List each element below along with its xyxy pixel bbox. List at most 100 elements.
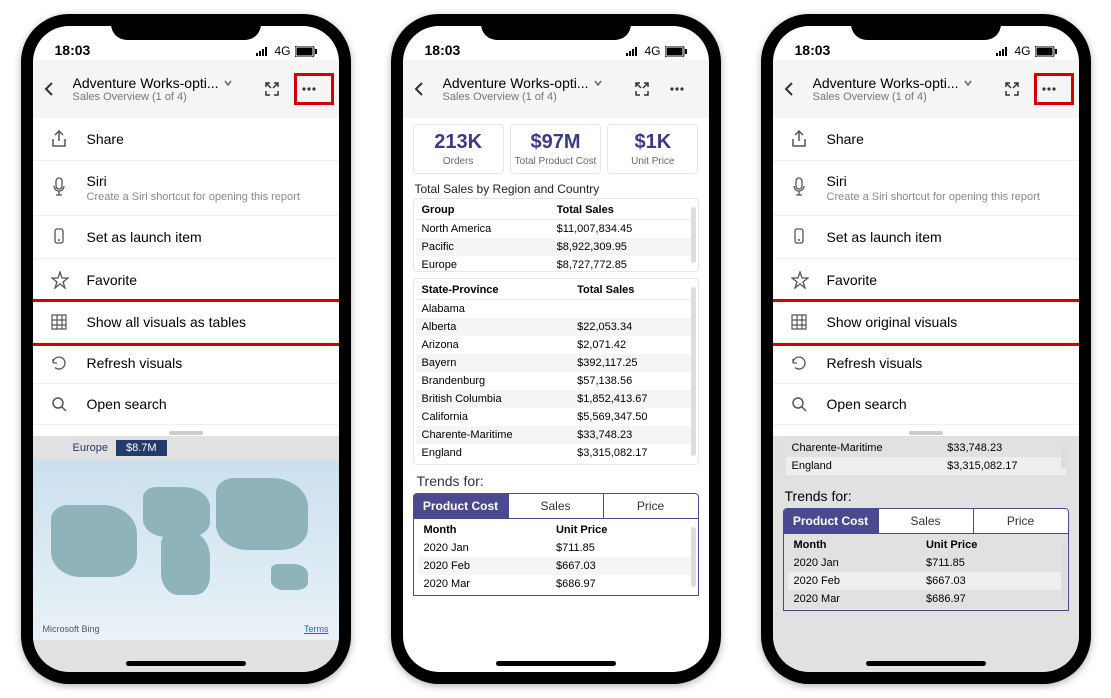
phone-frame-1: 18:03 4G Adventure Works-opti... [21, 14, 351, 684]
menu-refresh-label: Refresh visuals [87, 355, 183, 371]
table-row: England$3,315,082.17 [786, 457, 1066, 475]
menu-siri-sub: Create a Siri shortcut for opening this … [87, 191, 300, 203]
menu-search-label: Open search [87, 396, 167, 412]
menu-favorite[interactable]: Favorite [33, 259, 339, 302]
menu-show-original[interactable]: Show original visuals [773, 302, 1079, 343]
menu-siri-label: Siri [827, 173, 1040, 189]
phone-frame-2: 18:03 4G Adventure Works-opti... Sales O… [391, 14, 721, 684]
tab-price[interactable]: Price [973, 509, 1068, 533]
expand-button[interactable] [263, 80, 293, 98]
table-row: Charente-Maritime$33,748.23 [416, 426, 696, 444]
trends-title: Trends for: [785, 488, 1067, 504]
table-row: England$3,315,082.17 [416, 444, 696, 462]
report-title[interactable]: Adventure Works-opti... [813, 75, 959, 91]
menu-refresh[interactable]: Refresh visuals [773, 343, 1079, 384]
menu-search[interactable]: Open search [773, 384, 1079, 425]
battery-icon [1035, 46, 1057, 57]
table-row: Europe$8,727,772.85 [416, 256, 696, 272]
trends-table[interactable]: MonthUnit Price 2020 Jan$711.85 2020 Feb… [413, 519, 699, 596]
menu-show-tables-label: Show all visuals as tables [87, 314, 247, 330]
states-table[interactable]: State-ProvinceTotal Sales Alabama Albert… [413, 278, 699, 465]
menu-show-original-label: Show original visuals [827, 314, 958, 330]
kpi-value: $1K [610, 131, 695, 154]
report-header: Adventure Works-opti... Sales Overview (… [773, 60, 1079, 118]
chevron-down-icon[interactable] [963, 78, 973, 88]
tab-price[interactable]: Price [603, 494, 698, 518]
table-row: 2020 Jan$711.85 [788, 554, 1064, 572]
map-terms-link[interactable]: Terms [304, 624, 329, 634]
launch-icon [51, 228, 71, 246]
table-row: 2020 Feb$667.03 [788, 572, 1064, 590]
status-time: 18:03 [795, 42, 831, 58]
expand-button[interactable] [633, 80, 663, 98]
col-group: Group [416, 201, 551, 220]
more-options-button[interactable] [1037, 76, 1071, 102]
menu-share[interactable]: Share [33, 118, 339, 161]
menu-launch-label: Set as launch item [87, 229, 202, 245]
menu-favorite-label: Favorite [827, 272, 878, 288]
trends-table[interactable]: MonthUnit Price 2020 Jan$711.85 2020 Feb… [783, 534, 1069, 611]
share-icon [51, 130, 71, 148]
refresh-icon [791, 355, 811, 371]
report-title[interactable]: Adventure Works-opti... [443, 75, 589, 91]
tab-sales[interactable]: Sales [508, 494, 603, 518]
report-subtitle: Sales Overview (1 of 4) [813, 91, 999, 103]
phone-frame-3: 18:03 4G Adventure Works-opti... Sales O… [761, 14, 1091, 684]
menu-refresh[interactable]: Refresh visuals [33, 343, 339, 384]
more-options-button[interactable] [297, 76, 331, 102]
tab-product-cost[interactable]: Product Cost [784, 509, 878, 533]
home-indicator[interactable] [866, 661, 986, 666]
report-header: Adventure Works-opti... Sales Overview (… [33, 60, 339, 118]
home-indicator[interactable] [126, 661, 246, 666]
tab-product-cost[interactable]: Product Cost [414, 494, 508, 518]
menu-launch[interactable]: Set as launch item [33, 216, 339, 259]
kpi-price[interactable]: $1K Unit Price [607, 124, 698, 174]
dimmed-background-tables: Charente-Maritime$33,748.23 England$3,31… [773, 436, 1079, 672]
back-button[interactable] [411, 81, 439, 97]
menu-siri[interactable]: Siri Create a Siri shortcut for opening … [773, 161, 1079, 216]
kpi-label: Unit Price [610, 156, 695, 167]
report-title[interactable]: Adventure Works-opti... [73, 75, 219, 91]
back-button[interactable] [41, 81, 69, 97]
network-label: 4G [1014, 44, 1030, 58]
table-row: Alberta$22,053.34 [416, 318, 696, 336]
col-month: Month [788, 536, 920, 554]
kpi-label: Orders [416, 156, 501, 167]
menu-show-tables[interactable]: Show all visuals as tables [33, 302, 339, 343]
menu-favorite[interactable]: Favorite [773, 259, 1079, 302]
table-row: 2020 Mar$686.97 [418, 575, 694, 593]
menu-siri-sub: Create a Siri shortcut for opening this … [827, 191, 1040, 203]
menu-siri[interactable]: Siri Create a Siri shortcut for opening … [33, 161, 339, 216]
battery-icon [665, 46, 687, 57]
menu-search[interactable]: Open search [33, 384, 339, 425]
kpi-row: 213K Orders $97M Total Product Cost $1K … [413, 124, 699, 174]
status-time: 18:03 [55, 42, 91, 58]
groups-table[interactable]: GroupTotal Sales North America$11,007,83… [413, 198, 699, 272]
scrollbar[interactable] [1061, 542, 1066, 602]
dimmed-background-map: Europe $8.7M Microsoft Bing Terms [33, 436, 339, 672]
scrollbar[interactable] [1061, 445, 1066, 469]
expand-button[interactable] [1003, 80, 1033, 98]
home-indicator[interactable] [496, 661, 616, 666]
report-body[interactable]: 213K Orders $97M Total Product Cost $1K … [403, 118, 709, 602]
menu-share-label: Share [87, 131, 124, 147]
scrollbar[interactable] [691, 287, 696, 456]
map-region-label: Europe [73, 442, 108, 454]
battery-icon [295, 46, 317, 57]
menu-share[interactable]: Share [773, 118, 1079, 161]
tab-sales[interactable]: Sales [878, 509, 973, 533]
back-button[interactable] [781, 81, 809, 97]
map-visual: Microsoft Bing Terms [33, 460, 339, 640]
grid-icon [791, 314, 811, 330]
chevron-down-icon[interactable] [223, 78, 233, 88]
notch [481, 14, 631, 40]
scrollbar[interactable] [691, 527, 696, 587]
chevron-down-icon[interactable] [593, 78, 603, 88]
scrollbar[interactable] [691, 207, 696, 263]
search-icon [51, 396, 71, 412]
kpi-cost[interactable]: $97M Total Product Cost [510, 124, 601, 174]
kpi-orders[interactable]: 213K Orders [413, 124, 504, 174]
more-options-button[interactable] [667, 80, 701, 98]
menu-share-label: Share [827, 131, 864, 147]
menu-launch[interactable]: Set as launch item [773, 216, 1079, 259]
